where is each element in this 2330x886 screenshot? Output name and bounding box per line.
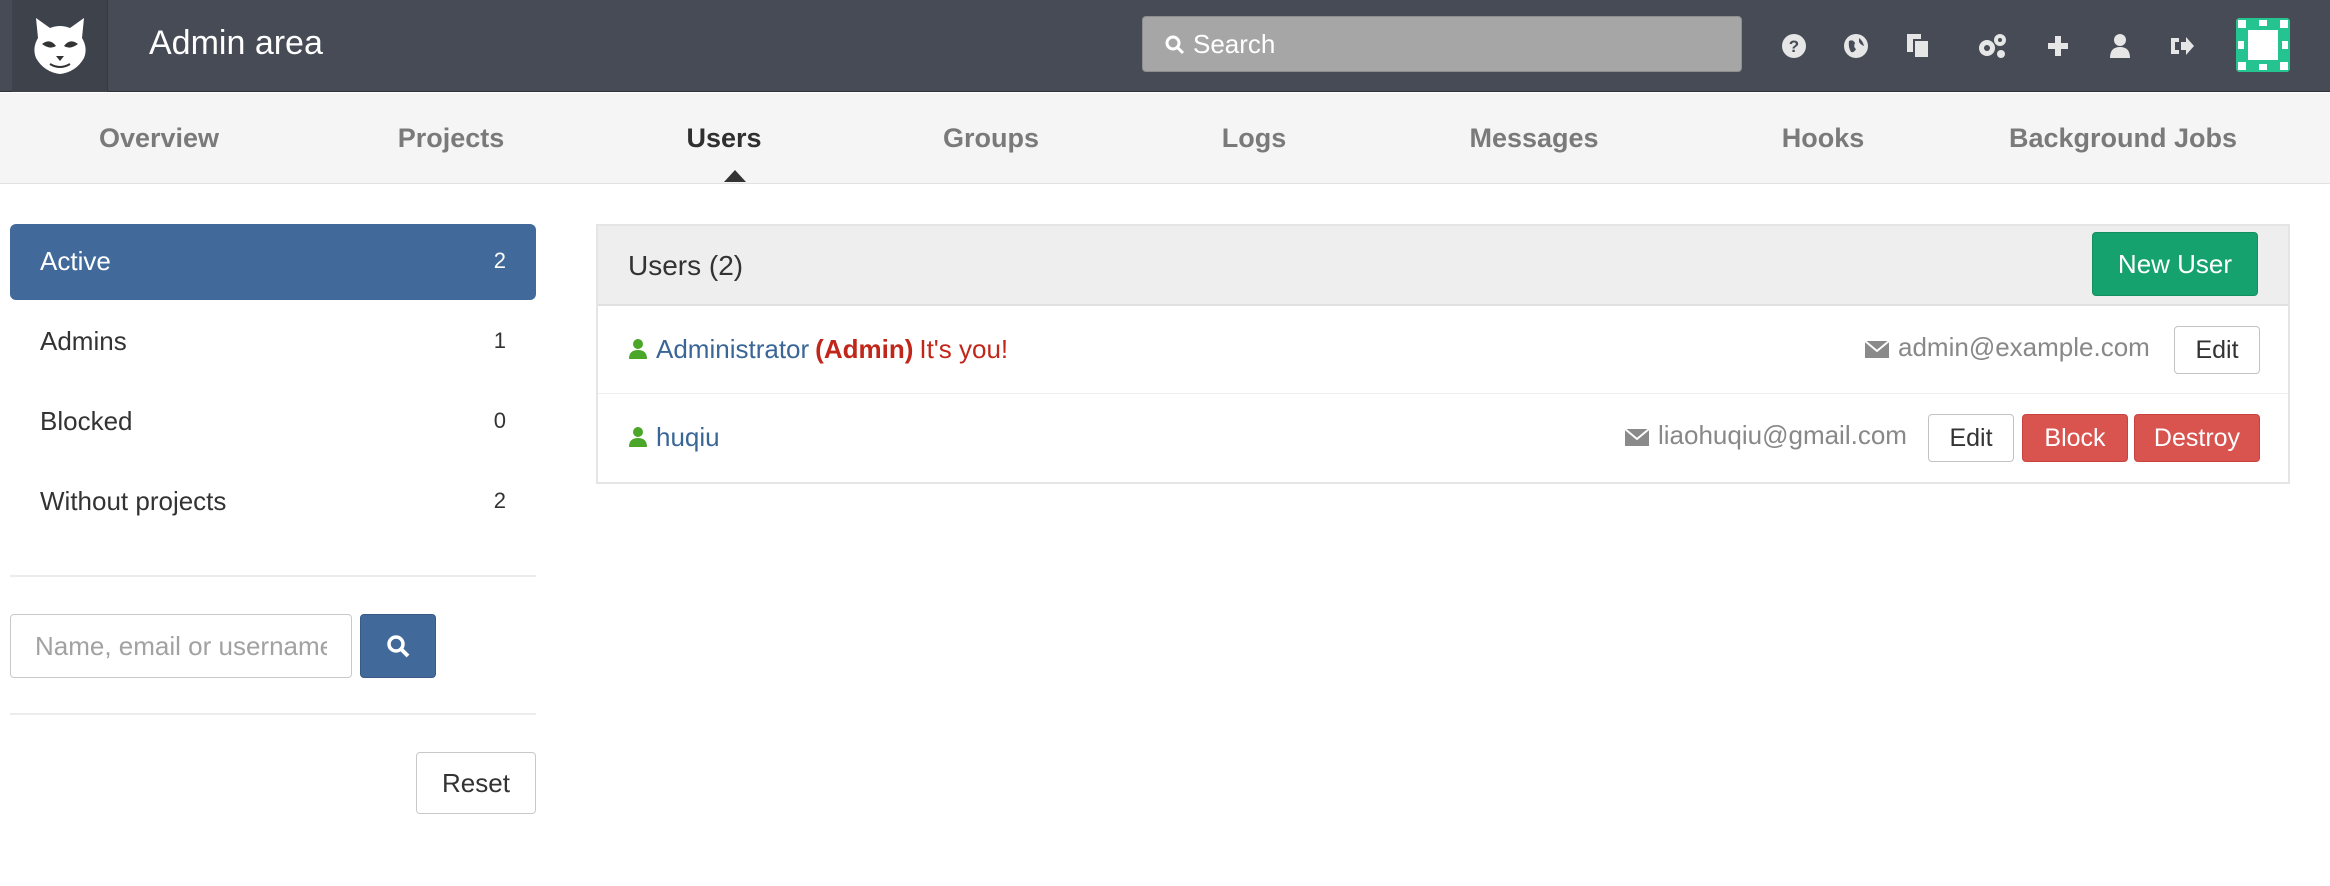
user-email: liaohuqiu@gmail.com bbox=[1624, 420, 1907, 451]
identicon-icon bbox=[2236, 18, 2290, 72]
svg-text:?: ? bbox=[1789, 37, 1799, 56]
globe-icon[interactable] bbox=[1834, 24, 1878, 68]
filter-count: 2 bbox=[493, 248, 506, 273]
user-filter-input[interactable] bbox=[10, 614, 352, 678]
envelope-icon bbox=[1624, 428, 1650, 446]
user-icon bbox=[629, 427, 647, 447]
admin-nav: Overview Projects Users Groups Logs Mess… bbox=[0, 93, 2330, 184]
filter-label: Admins bbox=[40, 326, 127, 356]
user-row: huqiu liaohuqiu@gmail.com Edit Block Des… bbox=[598, 394, 2288, 482]
tab-overview[interactable]: Overview bbox=[99, 93, 219, 184]
filter-label: Active bbox=[40, 246, 111, 276]
email-text: admin@example.com bbox=[1898, 332, 2150, 362]
plus-icon[interactable] bbox=[2036, 24, 2080, 68]
active-tab-caret bbox=[724, 170, 746, 182]
edit-user-button[interactable]: Edit bbox=[2174, 326, 2260, 374]
user-info: Administrator (Admin) It's you! bbox=[628, 334, 1008, 365]
global-search[interactable] bbox=[1142, 16, 1742, 72]
filter-active[interactable]: Active 2 bbox=[10, 224, 536, 300]
filter-admins[interactable]: Admins 1 bbox=[10, 304, 536, 380]
logo-link[interactable] bbox=[12, 0, 108, 92]
users-panel: Users (2) New User Administrator (Admin) I… bbox=[596, 224, 2290, 484]
search-icon bbox=[1165, 35, 1185, 55]
copy-icon[interactable] bbox=[1896, 24, 1940, 68]
sidebar-divider bbox=[10, 575, 536, 577]
user-name-link[interactable]: Administrator bbox=[656, 334, 809, 364]
tab-background-jobs[interactable]: Background Jobs bbox=[2009, 93, 2237, 184]
user-email: admin@example.com bbox=[1864, 332, 2150, 363]
search-icon bbox=[387, 635, 410, 658]
tab-logs[interactable]: Logs bbox=[1222, 93, 1287, 184]
user-info: huqiu bbox=[628, 422, 720, 453]
sidebar-divider bbox=[10, 713, 536, 715]
user-filter-button[interactable] bbox=[360, 614, 436, 678]
email-text: liaohuqiu@gmail.com bbox=[1658, 420, 1907, 450]
filter-count: 1 bbox=[493, 328, 506, 353]
envelope-icon bbox=[1864, 340, 1890, 358]
tab-messages[interactable]: Messages bbox=[1469, 93, 1598, 184]
user-icon bbox=[629, 339, 647, 359]
reset-button[interactable]: Reset bbox=[416, 752, 536, 814]
filter-blocked[interactable]: Blocked 0 bbox=[10, 384, 536, 460]
new-user-button[interactable]: New User bbox=[2092, 232, 2258, 296]
user-row: Administrator (Admin) It's you! admin@exam… bbox=[598, 306, 2288, 394]
edit-user-button[interactable]: Edit bbox=[1928, 414, 2014, 462]
filter-label: Blocked bbox=[40, 406, 133, 436]
global-search-input[interactable] bbox=[1193, 17, 1733, 71]
panel-header: Users (2) New User bbox=[598, 226, 2288, 306]
filter-count: 2 bbox=[493, 488, 506, 513]
tab-projects[interactable]: Projects bbox=[398, 93, 505, 184]
filter-count: 0 bbox=[493, 408, 506, 433]
admin-badge: (Admin) bbox=[815, 334, 914, 364]
block-user-button[interactable]: Block bbox=[2022, 414, 2128, 462]
user-name-link[interactable]: huqiu bbox=[656, 422, 720, 452]
avatar[interactable] bbox=[2236, 18, 2290, 72]
tab-groups[interactable]: Groups bbox=[943, 93, 1039, 184]
tab-hooks[interactable]: Hooks bbox=[1782, 93, 1865, 184]
user-icon[interactable] bbox=[2098, 24, 2142, 68]
settings-icon[interactable] bbox=[1970, 24, 2014, 68]
users-count-title: Users (2) bbox=[628, 250, 744, 281]
app-title: Admin area bbox=[149, 24, 323, 62]
gitlab-cat-logo-icon bbox=[34, 18, 86, 74]
filter-label: Without projects bbox=[40, 486, 227, 516]
filter-without-projects[interactable]: Without projects 2 bbox=[10, 464, 536, 540]
self-indicator: It's you! bbox=[919, 334, 1009, 364]
sign-out-icon[interactable] bbox=[2160, 24, 2204, 68]
destroy-user-button[interactable]: Destroy bbox=[2134, 414, 2260, 462]
top-header: Admin area ? bbox=[0, 0, 2330, 92]
help-icon[interactable]: ? bbox=[1772, 24, 1816, 68]
